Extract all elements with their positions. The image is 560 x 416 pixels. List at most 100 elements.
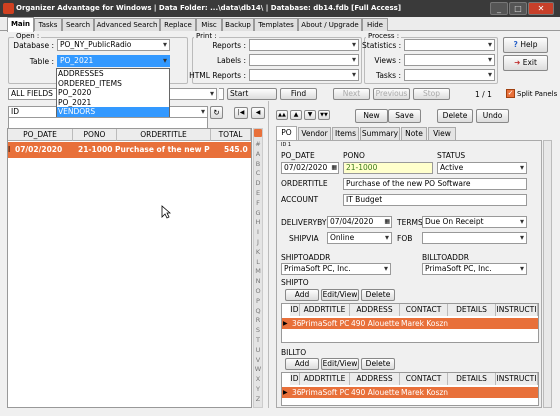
save-button[interactable]: Save	[388, 109, 421, 123]
shipto-col-id[interactable]: ID	[290, 304, 300, 316]
alphabet-letter[interactable]: X	[253, 375, 263, 383]
tab-templates[interactable]: Templates	[254, 18, 298, 31]
table-select[interactable]: PO_2021	[57, 55, 170, 67]
ordertitle-field[interactable]: Purchase of the new PO Software	[343, 178, 527, 190]
shipto-col-details[interactable]: DETAILS	[448, 304, 496, 316]
alphabet-letter[interactable]: Z	[253, 395, 263, 403]
panel-divider[interactable]	[268, 101, 269, 408]
tab-hide[interactable]: Hide	[362, 18, 388, 31]
table-option-highlighted[interactable]: VENDORS	[57, 107, 169, 117]
help-button[interactable]: ? Help	[503, 37, 548, 53]
undo-button[interactable]: Undo	[476, 109, 509, 123]
shipto-add-button[interactable]: Add	[285, 289, 319, 301]
column-header-total[interactable]: TOTAL	[211, 129, 251, 141]
up-icon[interactable]: ▲	[290, 110, 302, 120]
table-option[interactable]: ADDRESSES	[58, 69, 168, 79]
terms-select[interactable]: Due On Receipt	[422, 216, 527, 228]
shipto-col-instructions[interactable]: INSTRUCTI	[496, 304, 538, 316]
refresh-button[interactable]: ↻	[210, 106, 223, 119]
billto-col-contact[interactable]: CONTACT	[400, 373, 448, 385]
shipvia-select[interactable]: Online	[327, 232, 392, 244]
next-button[interactable]: Next	[333, 88, 370, 100]
alphabet-letter[interactable]: N	[253, 277, 263, 285]
shipto-col-address[interactable]: ADDRESS	[350, 304, 400, 316]
new-button[interactable]: New	[355, 109, 388, 123]
alphabet-letter[interactable]: L	[253, 258, 263, 266]
billto-col-address[interactable]: ADDRESS	[350, 373, 400, 385]
views-select[interactable]	[404, 54, 495, 66]
alphabet-letter[interactable]: S	[253, 326, 263, 334]
alphabet-letter[interactable]: C	[253, 169, 263, 177]
fob-select[interactable]	[422, 232, 527, 244]
html-reports-select[interactable]	[249, 69, 359, 81]
status-select[interactable]: Active	[437, 162, 527, 174]
billto-col-instructions[interactable]: INSTRUCTI	[496, 373, 538, 385]
alphabet-letter[interactable]: V	[253, 356, 263, 364]
column-header-ordertitle[interactable]: ORDERTITLE	[117, 129, 211, 141]
billto-add-button[interactable]: Add	[285, 358, 319, 370]
alphabet-letter[interactable]: W	[253, 365, 263, 373]
tab-advanced-search[interactable]: Advanced Search	[94, 18, 160, 31]
form-tab-po[interactable]: PO	[276, 126, 297, 141]
column-header-po-date[interactable]: PO_DATE	[8, 129, 73, 141]
alphabet-letter[interactable]: #	[253, 140, 263, 148]
table-option[interactable]: PO_2021	[58, 98, 168, 108]
alphabet-letter[interactable]: D	[253, 179, 263, 187]
table-row[interactable]: ▶ 36 PrimaSoft PC 490 Alouette Marek Kos…	[282, 318, 538, 329]
maximize-button[interactable]: □	[509, 2, 527, 15]
find-button[interactable]: Find	[280, 88, 317, 100]
shipto-delete-button[interactable]: Delete	[361, 289, 395, 301]
billto-col-details[interactable]: DETAILS	[448, 373, 496, 385]
alphabet-letter[interactable]: F	[253, 199, 263, 207]
form-scrollbar[interactable]	[543, 140, 552, 408]
close-button[interactable]: ✕	[528, 2, 554, 15]
table-option[interactable]: PO_2020	[58, 88, 168, 98]
shipto-edit-button[interactable]: Edit/View	[321, 289, 359, 301]
billtoaddr-select[interactable]: PrimaSoft PC, Inc.	[422, 263, 527, 275]
billto-col-addrtitle[interactable]: ADDRTITLE	[300, 373, 350, 385]
alphabet-letter[interactable]: Q	[253, 307, 263, 315]
previous-button[interactable]: Previous	[373, 88, 410, 100]
alphabet-letter[interactable]: J	[253, 238, 263, 246]
alphabet-letter[interactable]: M	[253, 267, 263, 275]
table-row[interactable]: ▶ 36 PrimaSoft PC 490 Alouette Marek Kos…	[282, 387, 538, 398]
alphabet-letter[interactable]: E	[253, 189, 263, 197]
shipto-col-addrtitle[interactable]: ADDRTITLE	[300, 304, 350, 316]
calendar-icon[interactable]: ▦	[384, 217, 391, 227]
tab-main[interactable]: Main	[7, 17, 34, 32]
search-start-select[interactable]: Start	[227, 88, 277, 100]
delete-button[interactable]: Delete	[437, 109, 473, 123]
tab-backup[interactable]: Backup	[222, 18, 254, 31]
account-field[interactable]: IT Budget	[343, 194, 527, 206]
alphabet-letter[interactable]: G	[253, 209, 263, 217]
exit-button[interactable]: ➜ Exit	[503, 55, 548, 71]
alphabet-letter[interactable]: U	[253, 346, 263, 354]
tab-search[interactable]: Search	[62, 18, 94, 31]
tab-misc[interactable]: Misc	[196, 18, 222, 31]
split-panels-checkbox[interactable]: ✓	[506, 89, 515, 98]
form-tab-view[interactable]: View	[428, 127, 456, 140]
alphabet-letter[interactable]: P	[253, 297, 263, 305]
billto-delete-button[interactable]: Delete	[361, 358, 395, 370]
alphabet-letter[interactable]: K	[253, 248, 263, 256]
billto-col-id[interactable]: ID	[290, 373, 300, 385]
tab-replace[interactable]: Replace	[160, 18, 196, 31]
search-input[interactable]	[219, 88, 224, 100]
first-record-button[interactable]: |◀	[234, 107, 248, 119]
form-tab-vendor[interactable]: Vendor	[298, 127, 331, 140]
stop-button[interactable]: Stop	[413, 88, 450, 100]
table-row[interactable]: I 07/02/2020 21-1000 Purchase of the new…	[8, 142, 251, 158]
alphabet-letter[interactable]: Y	[253, 385, 263, 393]
statistics-select[interactable]	[404, 39, 495, 51]
first-icon[interactable]: ▲▲	[276, 110, 288, 120]
alphabet-letter[interactable]: O	[253, 287, 263, 295]
last-icon[interactable]: ▼▼	[318, 110, 330, 120]
alphabet-letter[interactable]: R	[253, 316, 263, 324]
alphabet-letter[interactable]: I	[253, 228, 263, 236]
shipto-col-contact[interactable]: CONTACT	[400, 304, 448, 316]
billto-edit-button[interactable]: Edit/View	[321, 358, 359, 370]
form-tab-note[interactable]: Note	[401, 127, 427, 140]
alphabet-toggle-icon[interactable]	[254, 129, 262, 137]
prev-record-button[interactable]: ◀	[251, 107, 265, 119]
form-tab-items[interactable]: Items	[332, 127, 359, 140]
